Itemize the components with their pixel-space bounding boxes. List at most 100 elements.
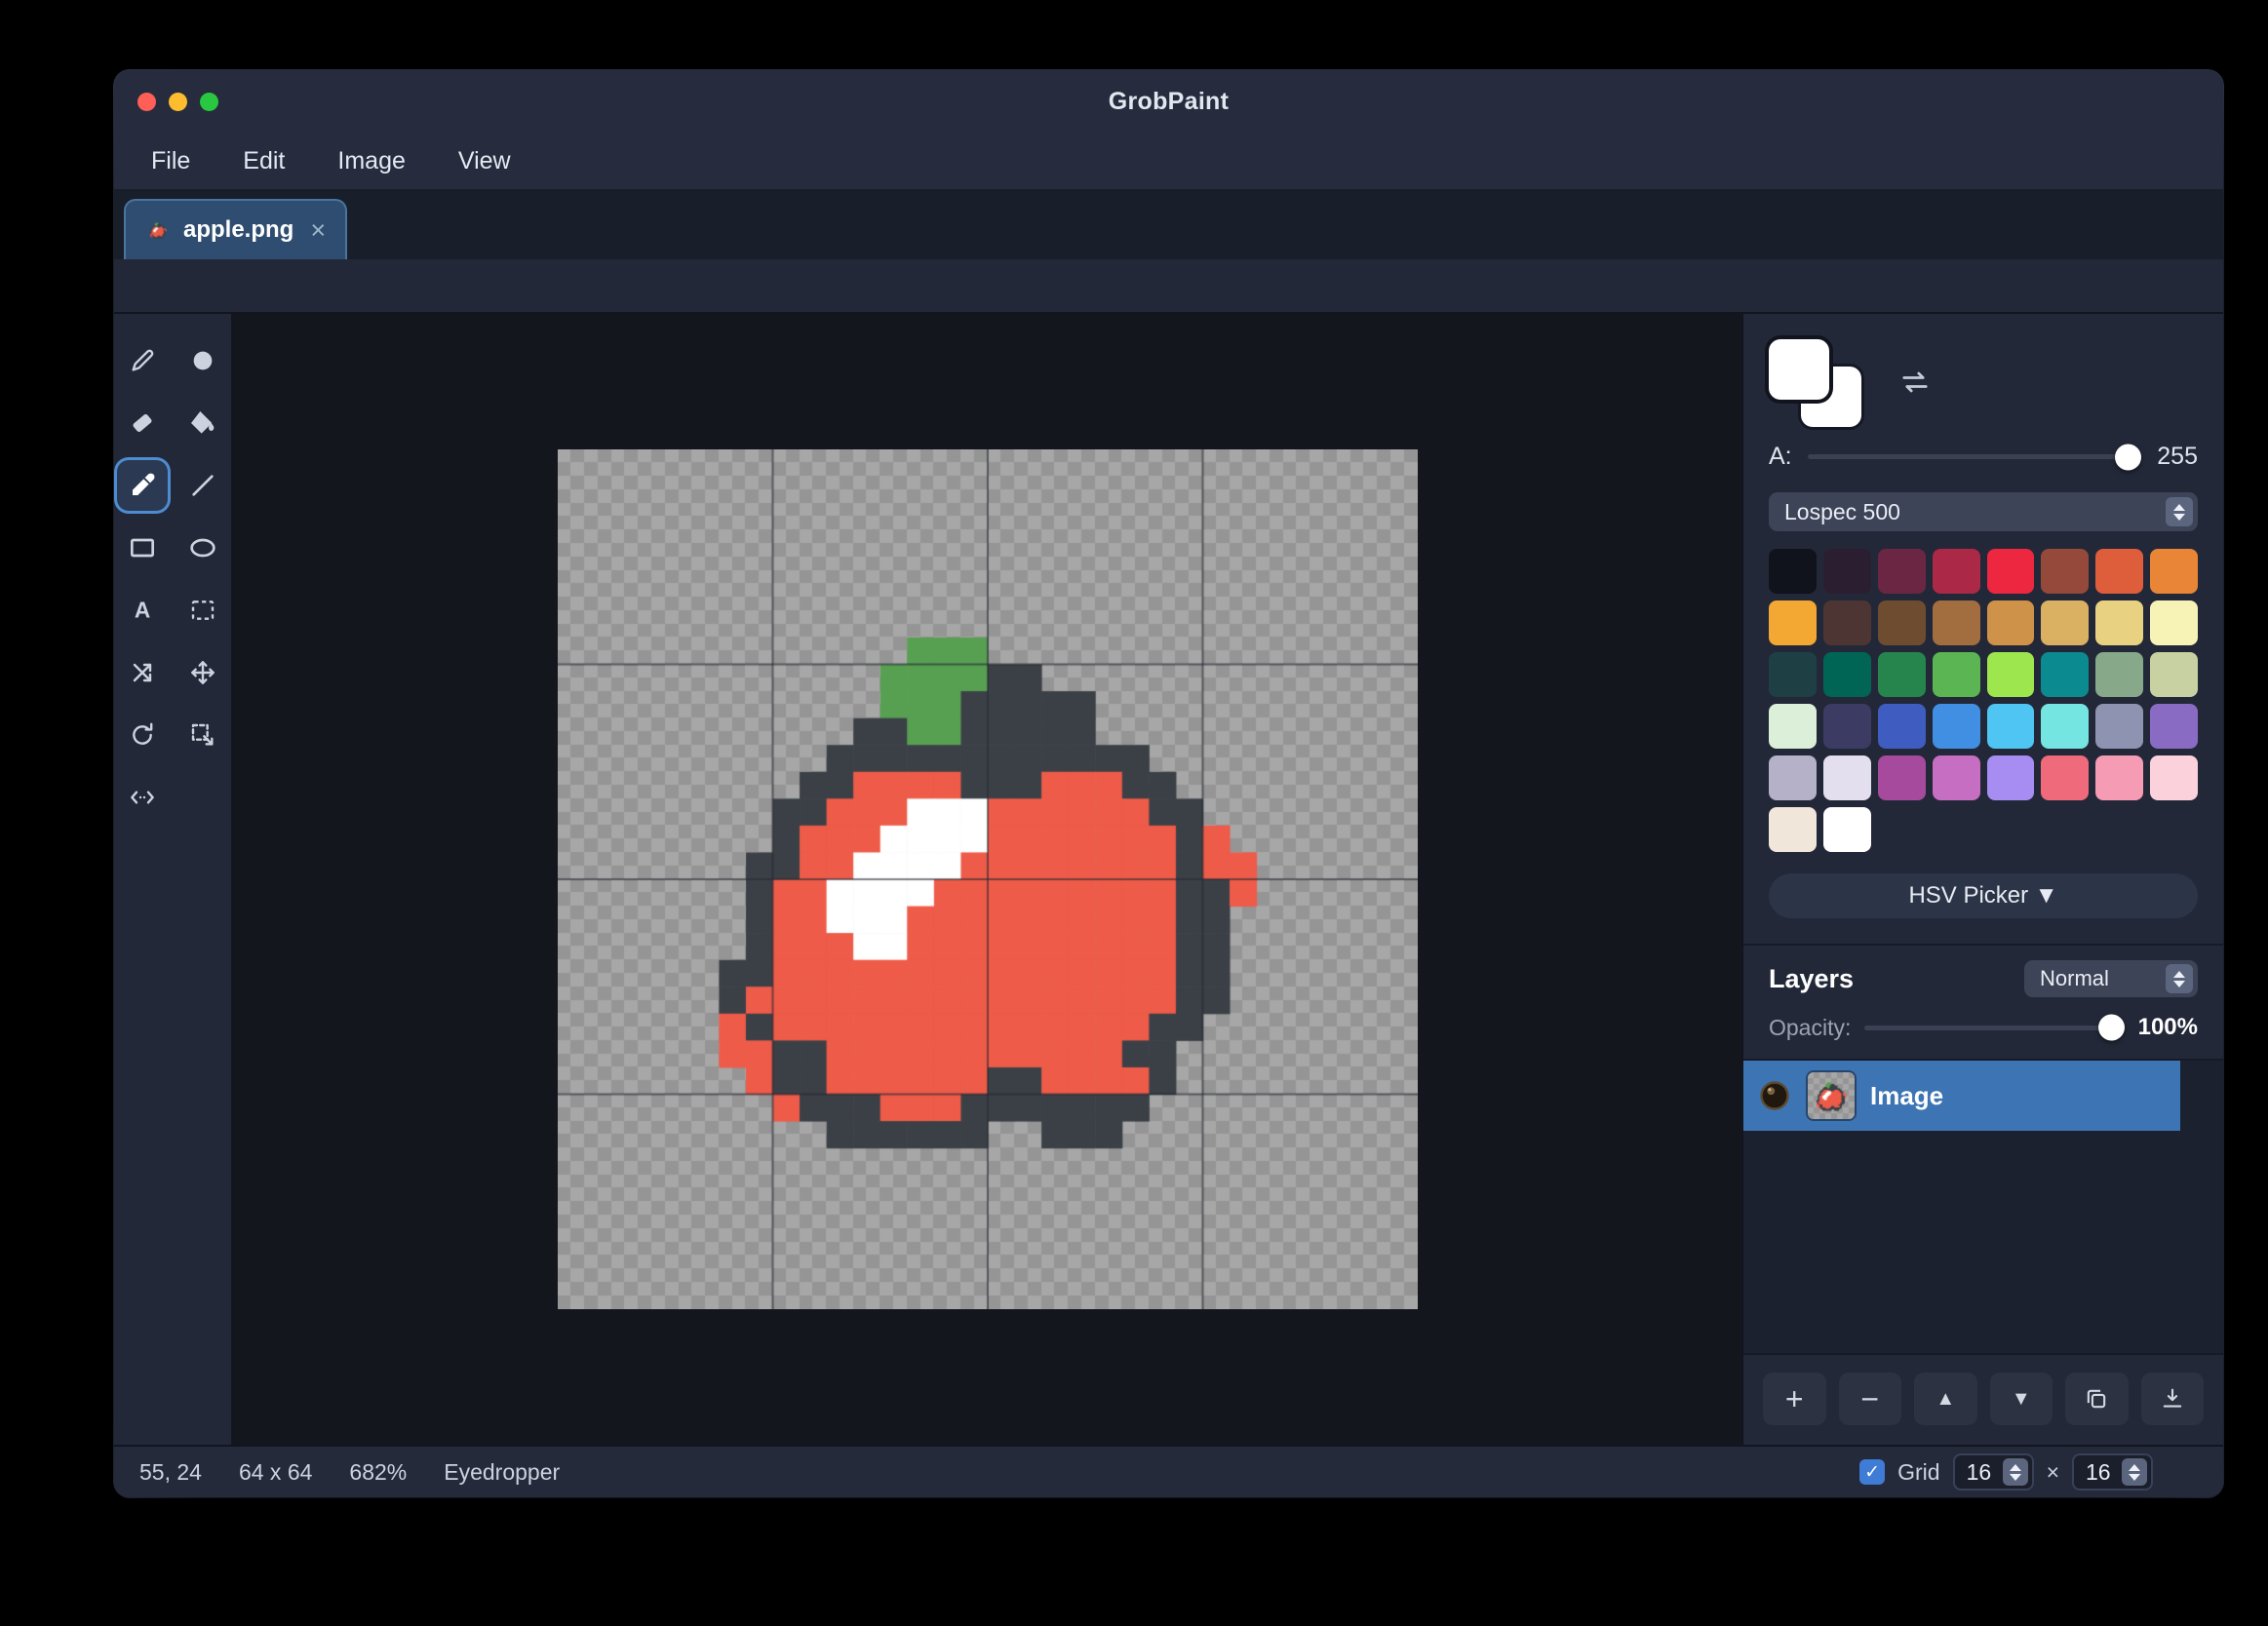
- file-thumbnail-icon: [145, 217, 171, 243]
- palette-swatch[interactable]: [1769, 755, 1817, 800]
- line-tool-button[interactable]: [177, 460, 228, 511]
- palette-swatch[interactable]: [1769, 600, 1817, 645]
- text-tool-button[interactable]: A: [117, 585, 168, 636]
- brush-tool-button[interactable]: [177, 335, 228, 386]
- palette-swatch[interactable]: [2041, 600, 2089, 645]
- transform-tool-button[interactable]: [117, 647, 168, 698]
- opacity-slider-knob[interactable]: [2098, 1015, 2125, 1041]
- primary-color-swatch[interactable]: [1769, 339, 1829, 400]
- palette-swatch[interactable]: [1823, 704, 1871, 749]
- alpha-slider-knob[interactable]: [2115, 444, 2141, 470]
- rectangle-tool-button[interactable]: [117, 523, 168, 573]
- duplicate-layer-button[interactable]: [2065, 1373, 2129, 1425]
- palette-swatch[interactable]: [2041, 704, 2089, 749]
- grid-height-stepper-icon[interactable]: [2122, 1458, 2147, 1486]
- minimize-window-button[interactable]: [169, 93, 187, 111]
- palette-select[interactable]: Lospec 500: [1769, 492, 2198, 531]
- grid-height-stepper[interactable]: 16: [2072, 1453, 2153, 1490]
- grid-checkbox[interactable]: ✓: [1859, 1459, 1885, 1485]
- palette-swatch[interactable]: [1769, 704, 1817, 749]
- tab-close-icon[interactable]: ×: [306, 217, 326, 244]
- menu-view[interactable]: View: [458, 147, 511, 175]
- grid-controls: ✓ Grid 16 × 16: [1859, 1453, 2153, 1490]
- palette-swatch[interactable]: [1878, 704, 1926, 749]
- fill-tool-button[interactable]: [177, 398, 228, 448]
- palette-swatch[interactable]: [1987, 549, 2035, 594]
- blend-mode-select[interactable]: Normal: [2024, 960, 2198, 997]
- canvas-area[interactable]: [233, 314, 1741, 1445]
- alpha-slider[interactable]: [1808, 454, 2142, 459]
- palette-swatch[interactable]: [1769, 652, 1817, 697]
- palette-swatch[interactable]: [2095, 600, 2143, 645]
- zoom-window-button[interactable]: [200, 93, 218, 111]
- eyedropper-tool-button[interactable]: [117, 460, 168, 511]
- palette-swatch[interactable]: [1823, 652, 1871, 697]
- layer-opacity-slider[interactable]: [1864, 1026, 2124, 1030]
- palette-swatch[interactable]: [1933, 652, 1980, 697]
- move-layer-up-button[interactable]: ▲: [1914, 1373, 1977, 1425]
- palette-swatch[interactable]: [2041, 652, 2089, 697]
- select-tool-button[interactable]: [177, 585, 228, 636]
- menu-edit[interactable]: Edit: [243, 147, 285, 175]
- palette-swatch[interactable]: [2041, 755, 2089, 800]
- palette-swatch[interactable]: [1878, 549, 1926, 594]
- move-layer-down-button[interactable]: ▼: [1990, 1373, 2053, 1425]
- move-tool-button[interactable]: [177, 647, 228, 698]
- layer-visibility-icon[interactable]: [1757, 1078, 1792, 1113]
- tab-bar: apple.png ×: [114, 189, 2223, 259]
- palette-swatch[interactable]: [1823, 807, 1871, 852]
- palette-swatch[interactable]: [1878, 600, 1926, 645]
- menu-file[interactable]: File: [151, 147, 190, 175]
- palette-swatch[interactable]: [2150, 600, 2198, 645]
- palette-swatch[interactable]: [1878, 652, 1926, 697]
- palette-select-stepper-icon[interactable]: [2166, 497, 2193, 526]
- grid-width-stepper[interactable]: 16: [1953, 1453, 2034, 1490]
- ellipse-tool-button[interactable]: [177, 523, 228, 573]
- palette-swatch[interactable]: [1878, 755, 1926, 800]
- close-window-button[interactable]: [137, 93, 156, 111]
- status-bar: 55, 24 64 x 64 682% Eyedropper ✓ Grid 16…: [114, 1445, 2223, 1497]
- palette-swatch[interactable]: [1933, 704, 1980, 749]
- menu-image[interactable]: Image: [337, 147, 405, 175]
- palette-swatch[interactable]: [1987, 600, 2035, 645]
- palette-swatch[interactable]: [1769, 549, 1817, 594]
- layers-list: Image: [1743, 1059, 2223, 1353]
- hsv-picker-button[interactable]: HSV Picker ▼: [1769, 873, 2198, 918]
- add-layer-button[interactable]: +: [1763, 1373, 1826, 1425]
- palette-swatch[interactable]: [2150, 549, 2198, 594]
- blend-mode-stepper-icon[interactable]: [2166, 964, 2193, 993]
- pencil-tool-button[interactable]: [117, 335, 168, 386]
- palette-swatch[interactable]: [2150, 704, 2198, 749]
- eraser-tool-button[interactable]: [117, 398, 168, 448]
- palette-swatch[interactable]: [2095, 652, 2143, 697]
- palette-swatch[interactable]: [1987, 704, 2035, 749]
- palette-swatch[interactable]: [2150, 755, 2198, 800]
- palette-swatch[interactable]: [2095, 704, 2143, 749]
- layer-row-image[interactable]: Image: [1743, 1061, 2180, 1131]
- palette-swatch[interactable]: [2041, 549, 2089, 594]
- pan-tool-button[interactable]: [117, 772, 168, 823]
- merge-down-icon: [2159, 1385, 2186, 1413]
- palette-swatch[interactable]: [1823, 600, 1871, 645]
- palette-swatch[interactable]: [2095, 549, 2143, 594]
- select-move-tool-button[interactable]: [177, 710, 228, 760]
- tab-apple-png[interactable]: apple.png ×: [124, 199, 347, 259]
- blend-mode-value: Normal: [2040, 966, 2109, 991]
- palette-swatch[interactable]: [1769, 807, 1817, 852]
- swap-colors-icon[interactable]: [1897, 365, 1933, 400]
- grid-width-stepper-icon[interactable]: [2003, 1458, 2028, 1486]
- palette-swatch[interactable]: [1933, 549, 1980, 594]
- palette-swatch[interactable]: [1823, 755, 1871, 800]
- palette-swatch[interactable]: [1933, 600, 1980, 645]
- palette-swatch[interactable]: [2095, 755, 2143, 800]
- svg-text:A: A: [135, 597, 150, 622]
- merge-down-button[interactable]: [2141, 1373, 2205, 1425]
- palette-swatch[interactable]: [1933, 755, 1980, 800]
- remove-layer-button[interactable]: −: [1839, 1373, 1902, 1425]
- palette-swatch[interactable]: [1987, 652, 2035, 697]
- palette-swatch[interactable]: [1987, 755, 2035, 800]
- palette-swatch[interactable]: [1823, 549, 1871, 594]
- pixel-canvas[interactable]: [558, 449, 1418, 1309]
- palette-swatch[interactable]: [2150, 652, 2198, 697]
- rotate-tool-button[interactable]: [117, 710, 168, 760]
